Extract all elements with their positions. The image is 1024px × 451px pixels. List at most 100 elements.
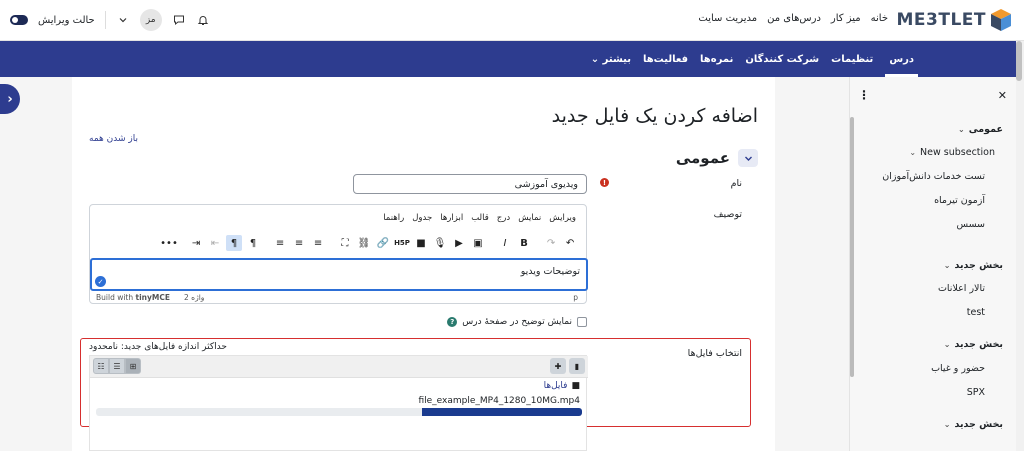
tab-settings[interactable]: تنظیمات [831, 54, 873, 65]
course-index-section[interactable]: بخش جدید ⌄ [944, 419, 1003, 430]
page-scrollbar[interactable] [1016, 41, 1024, 451]
unlink-icon[interactable]: ⛓ [356, 235, 372, 251]
name-field[interactable]: ویدیوی آموزشی [353, 174, 587, 194]
edit-mode-toggle[interactable] [10, 15, 28, 25]
file-manager-toolbar: ☷ ☰ ⊞ ✚ ▮ [90, 356, 588, 378]
tab-grades[interactable]: نمره‌ها [700, 54, 733, 65]
course-index-item[interactable]: تست خدمات دانش‌آموزان [882, 171, 985, 182]
create-folder-icon[interactable]: ▮ [569, 358, 585, 374]
course-index-item[interactable]: SPX [967, 387, 985, 398]
nav-my-courses[interactable]: درس‌های من [767, 13, 821, 24]
italic-icon[interactable]: I [497, 235, 513, 251]
tree-view-icon[interactable]: ☷ [93, 358, 109, 374]
kebab-menu-icon[interactable]: ⋮ [858, 88, 870, 102]
microphone-icon[interactable]: 🎙 [432, 235, 448, 251]
chevron-down-icon[interactable]: ⌄ [909, 148, 916, 157]
outdent-icon[interactable]: ⇤ [207, 235, 223, 251]
collapse-section-button[interactable] [738, 149, 758, 167]
files-folder-link[interactable]: فایل‌ها [544, 381, 568, 391]
bold-icon[interactable]: B [516, 235, 532, 251]
align-right-icon[interactable]: ≡ [272, 235, 288, 251]
course-index-section[interactable]: New subsection ⌄ [909, 147, 995, 158]
tab-participants[interactable]: شرکت کنندگان [745, 54, 819, 65]
element-path[interactable]: p [573, 293, 578, 302]
site-logo[interactable]: ME3TLET [897, 6, 1013, 34]
show-description-checkbox[interactable] [577, 317, 587, 327]
word-count[interactable]: 2 واژه [184, 293, 204, 302]
more-icon[interactable]: ••• [160, 235, 178, 251]
max-size-note: حداکثر اندازه فایل‌های جدید: نامحدود [89, 342, 227, 352]
course-index-label: بخش جدید [954, 419, 1003, 430]
image-icon[interactable]: ▣ [470, 235, 486, 251]
nav-site-admin[interactable]: مدیریت سایت [698, 13, 757, 24]
nav-dashboard[interactable]: میز کار [831, 13, 861, 24]
course-index-section[interactable]: عمومی ⌄ [958, 124, 1003, 135]
course-index-drawer: ✕ ⋮ عمومی ⌄ New subsection ⌄ تست خدمات دانش‌… [849, 77, 1016, 451]
tab-more[interactable]: بیشتر ⌄ [591, 54, 631, 65]
course-index-label: New subsection [920, 147, 995, 158]
page-scrollbar-thumb[interactable] [1016, 41, 1022, 81]
h5p-icon[interactable]: H5P [394, 235, 410, 251]
ltr-icon[interactable]: ¶ [245, 235, 261, 251]
course-index-label: سسس [956, 219, 985, 230]
uploading-file-name: file_example_MP4_1280_10MG.mp4 [418, 396, 580, 406]
menu-format[interactable]: قالب [471, 213, 489, 223]
avatar[interactable]: مز [139, 9, 162, 31]
bell-icon[interactable] [196, 13, 210, 27]
top-navbar: ME3TLET خانه میز کار درس‌های من مدیریت س… [0, 0, 1024, 41]
tab-activities[interactable]: فعالیت‌ها [643, 54, 688, 65]
align-left-icon[interactable]: ≡ [310, 235, 326, 251]
page-title: اضافه کردن یک فایل جدید [551, 105, 758, 127]
course-index-item[interactable]: آزمون تیرماه [934, 195, 985, 206]
help-icon[interactable]: ? [447, 317, 458, 327]
drawer-scrollbar[interactable] [850, 117, 854, 377]
chevron-down-icon[interactable] [116, 13, 130, 27]
course-index-section[interactable]: بخش جدید ⌄ [944, 339, 1003, 350]
tab-course[interactable]: درس [885, 41, 918, 77]
link-icon[interactable]: 🔗 [375, 235, 391, 251]
video-record-icon[interactable]: ■ [413, 235, 429, 251]
align-center-icon[interactable]: ≡ [291, 235, 307, 251]
edit-mode-label: حالت ویرایش [38, 14, 95, 26]
tinymce-brand[interactable]: Build with tinyMCE [96, 293, 170, 302]
add-file-icon[interactable]: ✚ [550, 358, 566, 374]
rtl-icon[interactable]: ¶ [226, 235, 242, 251]
menu-help[interactable]: راهنما [383, 213, 404, 223]
file-path: ■ فایل‌ها [544, 381, 580, 391]
open-block-drawer-button[interactable]: › [0, 84, 20, 114]
chevron-down-icon[interactable]: ⌄ [958, 125, 965, 134]
course-index-item[interactable]: سسس [956, 219, 985, 230]
show-description-label: نمایش توضیح در صفحهٔ درس [462, 317, 572, 327]
editor-content-area[interactable]: توضیحات ویدیو ✓ [90, 258, 588, 291]
course-index-label: بخش جدید [954, 260, 1003, 271]
drop-zone[interactable] [89, 429, 587, 451]
logo-text: ME3TLET [896, 10, 986, 30]
fullscreen-icon[interactable]: ⛶ [337, 235, 353, 251]
menu-view[interactable]: نمایش [518, 213, 541, 223]
menu-tools[interactable]: ابزارها [440, 213, 463, 223]
editor-menubar: ویرایش نمایش درج قالب ابزارها جدول راهنم… [383, 213, 576, 223]
course-index-item[interactable]: test [967, 307, 985, 318]
menu-edit[interactable]: ویرایش [549, 213, 576, 223]
course-index-item[interactable]: تالار اعلانات [938, 283, 985, 294]
expand-all-link[interactable]: باز شدن همه [89, 134, 138, 144]
chevron-down-icon[interactable]: ⌄ [944, 340, 951, 349]
media-icon[interactable]: ▶ [451, 235, 467, 251]
course-index-section[interactable]: بخش جدید ⌄ [944, 260, 1003, 271]
undo-icon[interactable]: ↶ [562, 235, 578, 251]
nav-home[interactable]: خانه [871, 13, 888, 24]
course-index-item[interactable]: حضور و غیاب [931, 363, 985, 374]
close-icon[interactable]: ✕ [998, 89, 1007, 102]
tinymce-logo: tinyMCE [135, 293, 170, 302]
grid-view-icon[interactable]: ⊞ [125, 358, 141, 374]
main-content: اضافه کردن یک فایل جدید باز شدن همه عموم… [72, 77, 775, 451]
menu-table[interactable]: جدول [412, 213, 432, 223]
chevron-down-icon[interactable]: ⌄ [944, 420, 951, 429]
menu-insert[interactable]: درج [497, 213, 510, 223]
list-view-icon[interactable]: ☰ [109, 358, 125, 374]
chevron-down-icon[interactable]: ⌄ [944, 261, 951, 270]
course-index-label: تالار اعلانات [937, 283, 985, 294]
message-icon[interactable] [172, 13, 186, 27]
indent-icon[interactable]: ⇥ [188, 235, 204, 251]
redo-icon[interactable]: ↷ [543, 235, 559, 251]
